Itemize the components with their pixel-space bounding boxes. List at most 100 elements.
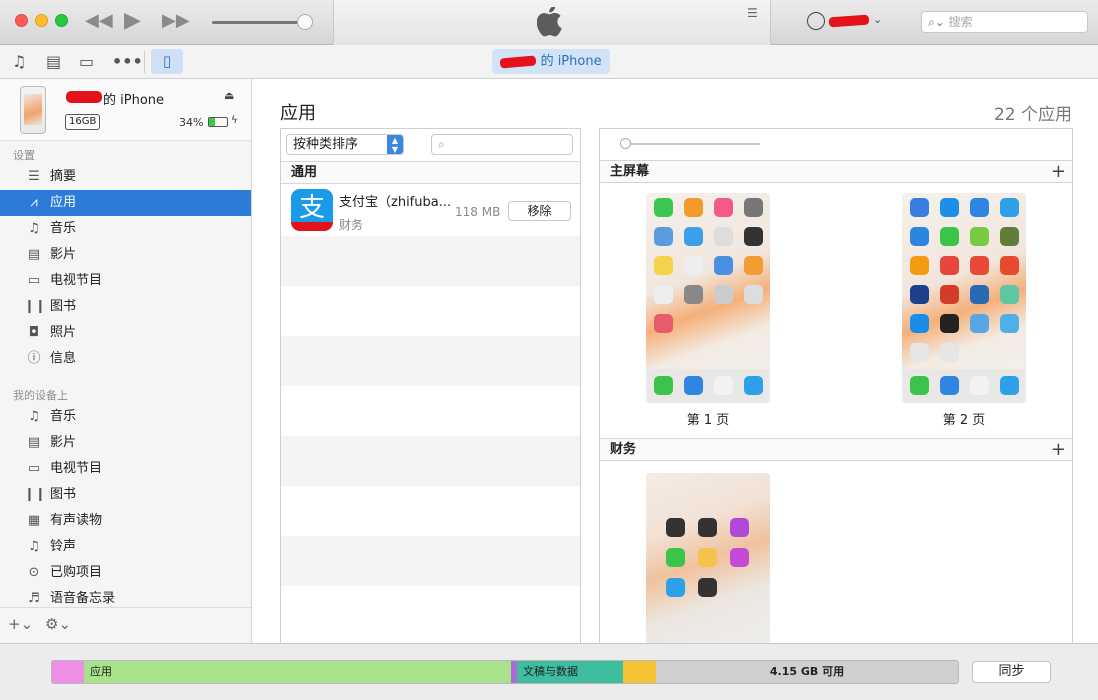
storage-segment-apps: 应用 xyxy=(84,661,511,683)
music-icon[interactable]: ♫ xyxy=(12,52,26,71)
battery-percent: 34% xyxy=(179,116,204,129)
app-icon xyxy=(654,285,673,304)
finance-folder-page[interactable] xyxy=(646,473,770,643)
apple-logo-icon xyxy=(537,7,562,37)
sidebar-item-book[interactable]: ❙❙ 图书 xyxy=(0,482,251,508)
redacted-owner-name xyxy=(500,54,537,69)
app-icon xyxy=(1000,256,1019,275)
volume-knob[interactable] xyxy=(297,14,313,30)
app-row[interactable]: 支 支付宝（zhifuba... 财务 118 MB 移除 xyxy=(281,185,580,236)
sidebar-item-bell[interactable]: ♫ 铃声 xyxy=(0,534,251,560)
zoom-window-button[interactable] xyxy=(55,14,68,27)
camera-icon: ◘ xyxy=(28,325,40,340)
add-page-plus-icon[interactable]: + xyxy=(1051,161,1066,182)
play-icon[interactable]: ▶ xyxy=(124,8,141,33)
app-icon xyxy=(1000,198,1019,217)
add-icon[interactable]: +⌄ xyxy=(8,615,33,633)
sidebar-item-label: 有声读物 xyxy=(50,513,103,528)
sort-select[interactable]: 按种类排序 ▲ ▼ xyxy=(286,134,404,155)
app-icon xyxy=(1000,227,1019,246)
sidebar-item-label: 影片 xyxy=(50,435,77,450)
account-icon[interactable] xyxy=(807,12,825,30)
remove-app-button[interactable]: 移除 xyxy=(508,201,571,221)
list-item xyxy=(281,436,580,486)
app-icon xyxy=(910,198,929,217)
app-icon xyxy=(970,285,989,304)
fast-forward-icon[interactable]: ▶▶ xyxy=(162,10,190,31)
sidebar-item-summary[interactable]: ☰ 摘要 xyxy=(0,164,251,190)
sync-button[interactable]: 同步 xyxy=(972,661,1051,683)
home-page-1[interactable] xyxy=(646,193,770,403)
app-icon xyxy=(654,227,673,246)
close-window-button[interactable] xyxy=(15,14,28,27)
app-icon xyxy=(744,227,763,246)
sidebar-item-camera[interactable]: ◘ 照片 xyxy=(0,320,251,346)
alipay-app-icon: 支 xyxy=(291,189,333,231)
app-icon xyxy=(666,548,685,567)
tv-icon[interactable]: ▭ xyxy=(79,52,94,71)
app-icon xyxy=(666,518,685,537)
book-icon: ❙❙ xyxy=(24,487,46,502)
device-name-tab[interactable]: 的 iPhone xyxy=(492,49,610,74)
minimize-window-button[interactable] xyxy=(35,14,48,27)
search-input[interactable]: ⌕⌄ 搜索 xyxy=(921,11,1088,33)
eject-icon[interactable]: ⏏ xyxy=(224,89,234,102)
sidebar-item-label: 影片 xyxy=(50,247,77,262)
sidebar-item-label: 应用 xyxy=(50,195,77,210)
app-count: 22 个应用 xyxy=(993,105,1072,125)
sidebar-item-book[interactable]: ❙❙ 图书 xyxy=(0,294,251,320)
iphone-device-button[interactable]: ▯ xyxy=(151,49,183,74)
dock-app-icon xyxy=(940,376,959,395)
list-item xyxy=(281,536,580,586)
icon-size-slider-knob[interactable] xyxy=(620,138,631,149)
sidebar-item-music[interactable]: ♫ 音乐 xyxy=(0,216,251,242)
storage-segment-other xyxy=(52,661,84,683)
app-icon xyxy=(744,285,763,304)
sidebar-item-film[interactable]: ▤ 影片 xyxy=(0,430,251,456)
sidebar-item-tv[interactable]: ▭ 电视节目 xyxy=(0,456,251,482)
home-page-2[interactable] xyxy=(902,193,1026,403)
capacity-badge: 16GB xyxy=(65,114,101,130)
sidebar-item-apps[interactable]: ⩘ 应用 xyxy=(0,190,251,216)
storage-segment-other-2 xyxy=(623,661,656,683)
sidebar-item-audiobook[interactable]: ▦ 有声读物 xyxy=(0,508,251,534)
status-display: ☰ xyxy=(333,0,771,45)
list-item xyxy=(281,236,580,286)
volume-slider[interactable] xyxy=(212,21,304,24)
dock xyxy=(902,369,1026,403)
app-icon xyxy=(910,227,929,246)
more-icon[interactable]: ••• xyxy=(112,52,143,71)
app-icon xyxy=(940,343,959,362)
gear-icon[interactable]: ⚙⌄ xyxy=(45,615,71,633)
sidebar-item-music[interactable]: ♫ 音乐 xyxy=(0,404,251,430)
sidebar-item-voice-memo[interactable]: ♬ 语音备忘录 xyxy=(0,586,251,612)
add-folder-plus-icon[interactable]: + xyxy=(1051,439,1066,460)
sidebar-item-info[interactable]: ⓘ 信息 xyxy=(0,346,251,372)
device-header: 的 iPhone ⏏ 16GB 34% ϟ xyxy=(0,79,251,141)
app-icon xyxy=(654,198,673,217)
home-screen-header: 主屏幕 + xyxy=(600,160,1072,183)
main-content: 应用 22 个应用 按种类排序 ▲ ▼ ⌕ 通用 支 支付宝（zhifuba...… xyxy=(252,79,1098,643)
list-view-icon[interactable]: ☰ xyxy=(747,6,758,20)
sidebar-item-film[interactable]: ▤ 影片 xyxy=(0,242,251,268)
app-icon xyxy=(910,343,929,362)
storage-bar-area: 应用 文稿与数据 4.15 GB 可用 同步 xyxy=(0,643,1098,700)
apps-list-panel: 按种类排序 ▲ ▼ ⌕ 通用 支 支付宝（zhifuba... 财务 118 MB… xyxy=(280,128,581,643)
sidebar-item-tv[interactable]: ▭ 电视节目 xyxy=(0,268,251,294)
media-toolbar: ♫ ▤ ▭ ••• ▯ 的 iPhone xyxy=(0,45,1098,79)
home-screen-panel: 主屏幕 + 第 1 页 第 2 页 财务 + xyxy=(599,128,1073,643)
film-icon[interactable]: ▤ xyxy=(46,52,61,71)
device-section-header: 我的设备上 xyxy=(13,389,68,402)
dock-app-icon xyxy=(1000,376,1019,395)
app-icon xyxy=(714,227,733,246)
toolbar-divider xyxy=(144,51,145,73)
info-icon: ⓘ xyxy=(27,351,41,366)
account-chevron-down-icon[interactable]: ⌄ xyxy=(873,13,882,26)
app-icon xyxy=(744,256,763,275)
redacted-device-owner xyxy=(66,91,102,103)
rewind-icon[interactable]: ◀◀ xyxy=(85,10,113,31)
app-search-input[interactable]: ⌕ xyxy=(431,134,573,155)
sidebar: 的 iPhone ⏏ 16GB 34% ϟ 设置 我的设备上 +⌄ ⚙⌄ ☰ 摘要… xyxy=(0,79,252,643)
sidebar-item-purchased[interactable]: ⊙ 已购项目 xyxy=(0,560,251,586)
icon-size-slider[interactable] xyxy=(624,143,760,145)
